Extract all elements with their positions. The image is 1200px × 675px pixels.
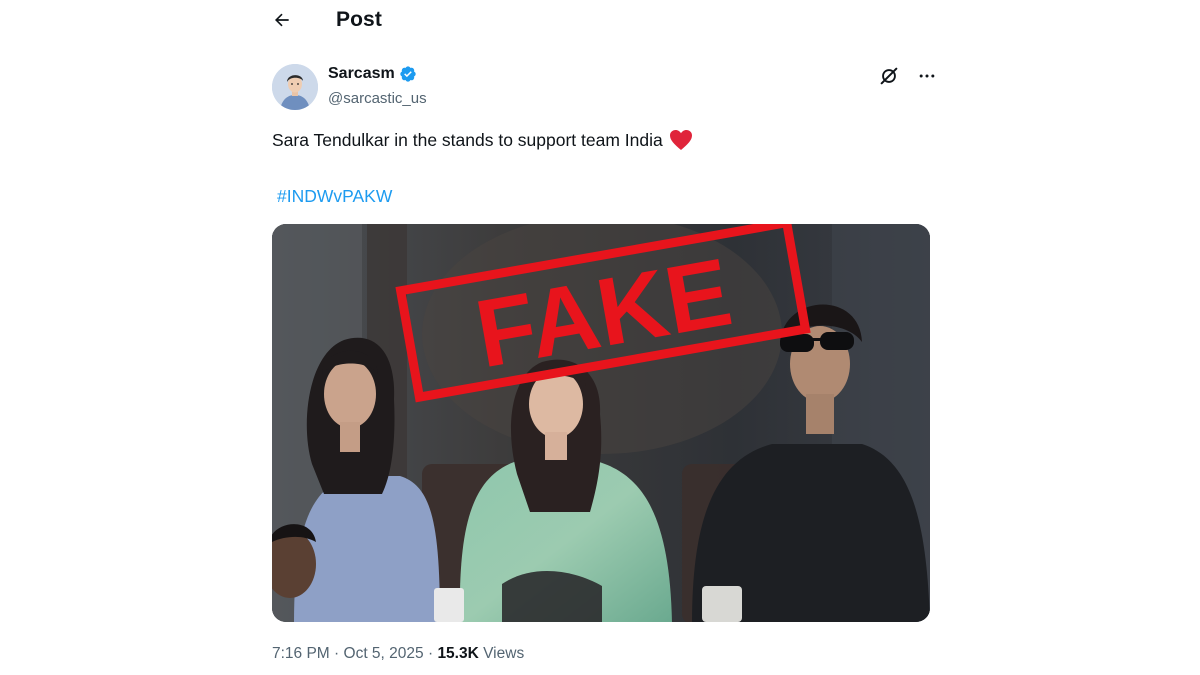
verified-badge-icon: [400, 66, 416, 82]
post-time[interactable]: 7:16 PM: [272, 645, 330, 662]
post-page: Post Sarcasm @sarcastic_us Sara Tendulka…: [0, 0, 1200, 675]
author-display-name[interactable]: Sarcasm: [328, 65, 395, 83]
more-button[interactable]: [914, 64, 940, 88]
avatar[interactable]: [272, 64, 318, 110]
views-count: 15.3K: [437, 645, 479, 662]
grok-button[interactable]: [876, 64, 902, 88]
post-meta: 7:16 PM · Oct 5, 2025 · 15.3K Views: [272, 645, 525, 662]
hashtag-link[interactable]: #INDWvPAKW: [277, 186, 392, 207]
tweet-text: Sara Tendulkar in the stands to support …: [272, 129, 693, 151]
meta-separator: ·: [329, 645, 344, 662]
views-label: Views: [483, 645, 525, 662]
grok-icon: [880, 67, 898, 85]
post-image[interactable]: FAKE: [272, 224, 930, 622]
post-date[interactable]: Oct 5, 2025: [344, 645, 424, 662]
post-header: Post: [262, 0, 942, 40]
author-handle[interactable]: @sarcastic_us: [328, 90, 427, 107]
heart-emoji-icon: [669, 130, 692, 150]
more-icon: [919, 74, 935, 78]
back-arrow-icon: [275, 13, 289, 27]
back-button[interactable]: [262, 2, 302, 38]
post-author: Sarcasm @sarcastic_us: [272, 64, 940, 112]
page-title: Post: [336, 8, 382, 31]
tweet-text-body: Sara Tendulkar in the stands to support …: [272, 129, 663, 150]
